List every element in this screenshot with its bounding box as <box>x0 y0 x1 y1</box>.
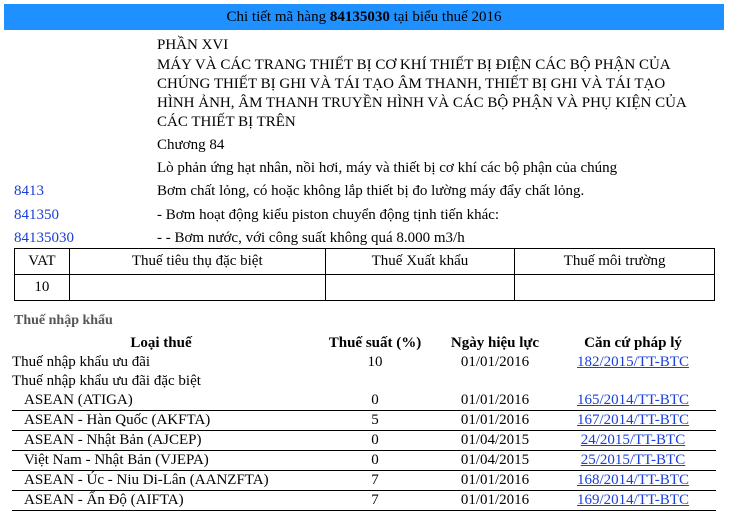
effective-date <box>440 372 550 391</box>
hs-code-description: - Bơm hoạt động kiểu piston chuyển động … <box>157 207 500 223</box>
table-row: Thuế nhập khẩu ưu đãi 10 01/01/2016 182/… <box>12 353 716 372</box>
effective-date: 01/01/2016 <box>440 410 550 431</box>
section-title: MÁY VÀ CÁC TRANG THIẾT BỊ CƠ KHÍ THIẾT B… <box>157 56 737 132</box>
code-row: 841350 - Bơm hoạt động kiểu piston chuyể… <box>14 205 754 225</box>
import-tax-table: Loại thuế Thuế suất (%) Ngày hiệu lực Că… <box>12 334 716 511</box>
legal-basis-link[interactable]: 165/2014/TT-BTC <box>577 392 689 408</box>
tax-rate: 7 <box>310 470 440 491</box>
tax-type: Việt Nam - Nhật Bản (VJEPA) <box>12 450 310 471</box>
tax-type: ASEAN - Ấn Độ (AIFTA) <box>12 490 310 511</box>
effective-date: 01/01/2016 <box>440 391 550 411</box>
table-row: ASEAN - Nhật Bản (AJCEP) 0 01/04/2015 24… <box>12 430 716 451</box>
effective-date: 01/04/2015 <box>440 450 550 471</box>
environment-tax-header: Thuế môi trường <box>514 248 715 275</box>
section-title-line: CÁC THIẾT BỊ TRÊN <box>157 114 296 130</box>
vat-value: 10 <box>14 274 70 301</box>
col-tax-type: Loại thuế <box>130 335 192 351</box>
table-row: ASEAN (ATIGA) 0 01/01/2016 165/2014/TT-B… <box>12 391 716 411</box>
section-title-line: MÁY VÀ CÁC TRANG THIẾT BỊ CƠ KHÍ THIẾT B… <box>157 57 671 73</box>
hs-code-description: - - Bơm nước, với công suất không quá 8.… <box>157 230 465 246</box>
col-legal-basis: Căn cứ pháp lý <box>584 335 682 351</box>
effective-date: 01/01/2016 <box>440 490 550 511</box>
table-row: Việt Nam - Nhật Bản (VJEPA) 0 01/04/2015… <box>12 450 716 471</box>
tax-value-row: 10 <box>14 274 715 301</box>
tax-rate: 7 <box>310 490 440 511</box>
legal-basis-link[interactable]: 169/2014/TT-BTC <box>577 492 689 508</box>
environment-tax-value <box>514 274 715 301</box>
chapter-label: Chương 84 <box>157 137 225 153</box>
table-row: ASEAN - Úc - Niu Di-Lân (AANZFTA) 7 01/0… <box>12 470 716 491</box>
col-effective-date: Ngày hiệu lực <box>450 335 540 351</box>
tax-rate: 10 <box>367 354 383 370</box>
tax-type: Thuế nhập khẩu ưu đãi đặc biệt <box>12 373 201 389</box>
legal-basis-link[interactable]: 182/2015/TT-BTC <box>577 354 689 370</box>
tax-rate: 5 <box>310 410 440 431</box>
section-part: PHẦN XVI <box>157 37 229 53</box>
excise-tax-header: Thuế tiêu thụ đặc biệt <box>68 248 326 275</box>
table-row: ASEAN - Ấn Độ (AIFTA) 7 01/01/2016 169/2… <box>12 490 716 511</box>
header-prefix: Chi tiết mã hàng <box>226 9 327 25</box>
tax-summary-table: VAT Thuế tiêu thụ đặc biệt Thuế Xuất khẩ… <box>14 248 715 301</box>
legal-basis-link[interactable]: 168/2014/TT-BTC <box>577 472 689 488</box>
page-header-bar: Chi tiết mã hàng 84135030 tại biểu thuế … <box>4 4 724 30</box>
tax-rate: 0 <box>310 391 440 411</box>
tax-rate <box>310 372 440 391</box>
header-suffix: tại biểu thuế 2016 <box>393 9 502 25</box>
legal-basis-link[interactable]: 167/2014/TT-BTC <box>577 412 689 428</box>
chapter-description: Lò phản ứng hạt nhân, nồi hơi, máy và th… <box>157 160 618 176</box>
table-row: Thuế nhập khẩu ưu đãi đặc biệt <box>12 372 716 391</box>
section-title-line: HÌNH ẢNH, ÂM THANH TRUYỀN HÌNH VÀ CÁC BỘ… <box>157 95 687 111</box>
export-tax-header: Thuế Xuất khẩu <box>324 248 516 275</box>
effective-date: 01/01/2016 <box>440 470 550 491</box>
tax-type: ASEAN - Úc - Niu Di-Lân (AANZFTA) <box>12 470 310 491</box>
export-tax-value <box>324 274 516 301</box>
import-header-row: Loại thuế Thuế suất (%) Ngày hiệu lực Că… <box>12 334 716 353</box>
hs-code-link[interactable]: 841350 <box>14 205 59 225</box>
hs-code-description: Bơm chất lỏng, có hoặc không lắp thiết b… <box>157 183 585 199</box>
tax-type: Thuế nhập khẩu ưu đãi <box>12 354 151 370</box>
tax-type: ASEAN (ATIGA) <box>12 391 310 411</box>
tax-header-row: VAT Thuế tiêu thụ đặc biệt Thuế Xuất khẩ… <box>14 248 715 275</box>
code-row: 8413 Bơm chất lỏng, có hoặc không lắp th… <box>14 181 754 201</box>
table-row: ASEAN - Hàn Quốc (AKFTA) 5 01/01/2016 16… <box>12 410 716 431</box>
import-tax-title: Thuế nhập khẩu <box>14 313 113 328</box>
tax-type: ASEAN - Nhật Bản (AJCEP) <box>12 430 310 451</box>
col-rate: Thuế suất (%) <box>328 335 422 351</box>
legal-basis-link[interactable]: 25/2015/TT-BTC <box>581 452 685 468</box>
effective-date: 01/04/2015 <box>440 430 550 451</box>
hs-code-link[interactable]: 8413 <box>14 181 44 201</box>
section-title-line: CHÚNG THIẾT BỊ GHI VÀ TÁI TẠO ÂM THANH, … <box>157 76 666 92</box>
vat-header: VAT <box>14 248 70 275</box>
hs-code-link[interactable]: 84135030 <box>14 228 74 248</box>
legal-basis-link[interactable]: 24/2015/TT-BTC <box>581 432 685 448</box>
code-row: 84135030 - - Bơm nước, với công suất khô… <box>14 228 754 248</box>
tax-rate: 0 <box>310 430 440 451</box>
header-code: 84135030 <box>329 9 390 25</box>
tax-type: ASEAN - Hàn Quốc (AKFTA) <box>12 410 310 431</box>
tax-rate: 0 <box>310 450 440 471</box>
effective-date: 01/01/2016 <box>460 354 530 370</box>
excise-tax-value <box>68 274 326 301</box>
